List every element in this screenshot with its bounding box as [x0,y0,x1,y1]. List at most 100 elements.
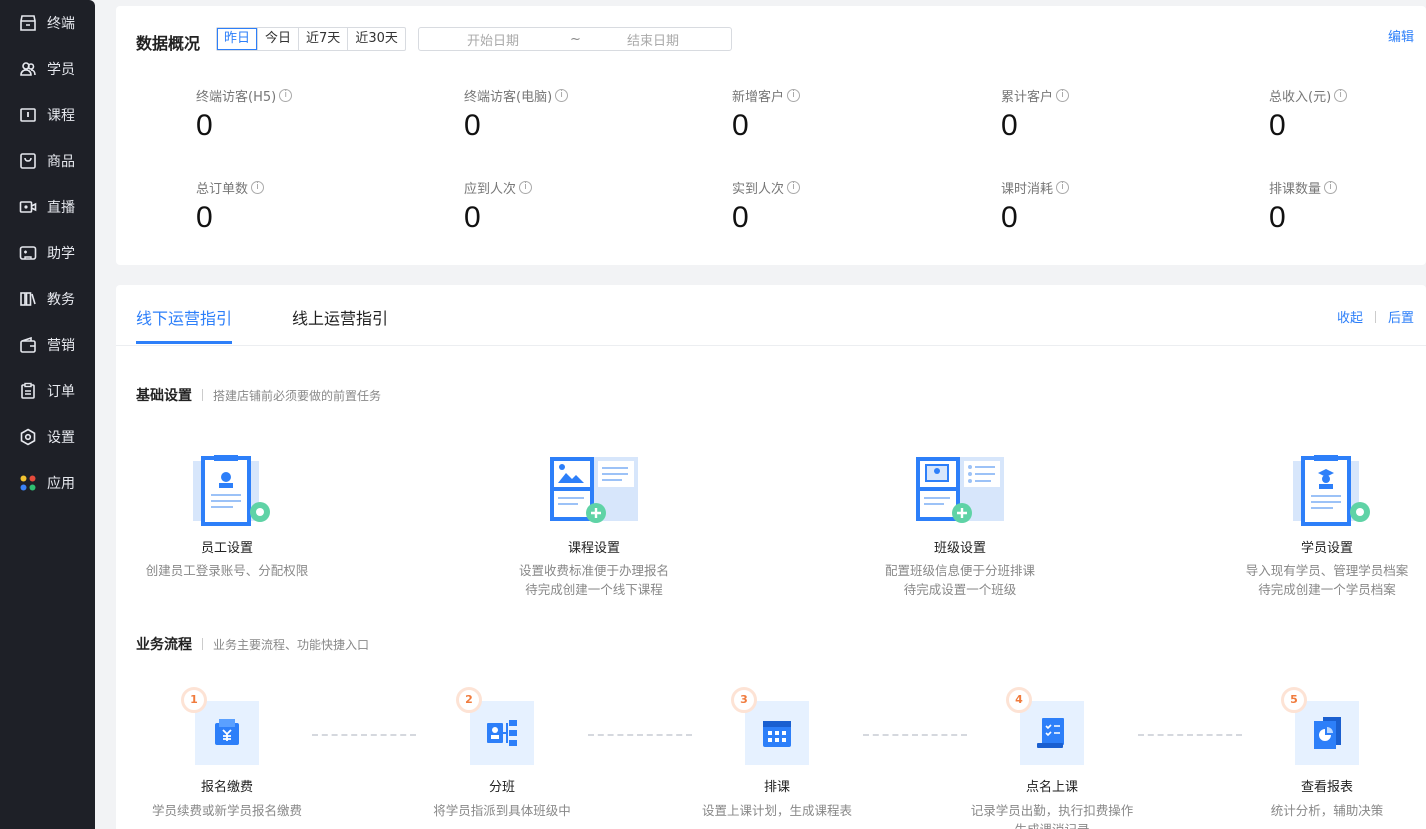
step-desc: 统计分析，辅助决策 [1270,803,1384,818]
sidebar-item-course[interactable]: 课程 [0,92,95,138]
stat-expected-attendance: 应到人次 i 0 [464,178,664,235]
stat-label: 实到人次 [732,182,785,197]
info-icon[interactable]: i [1056,181,1070,194]
course-setup-icon [546,455,642,527]
setup-desc: 导入现有学员、管理学员档案 [1245,563,1409,578]
class-settings-card[interactable]: 班级设置 配置班级信息便于分班排课 待完成设置一个班级 [840,455,1080,599]
flow-step-enroll[interactable]: 1 报名缴费 学员续费或新学员报名缴费 [117,687,337,820]
sidebar-item-label: 设置 [47,430,75,446]
stat-value: 0 [1001,109,1018,142]
collapse-link[interactable]: 收起 [1337,307,1363,326]
setup-name: 员工设置 [200,541,253,556]
stat-actual-attendance: 实到人次 i 0 [732,178,932,235]
info-icon[interactable]: i [251,181,265,194]
step-desc: 生成课消记录 [942,820,1162,829]
end-date-input[interactable]: 结束日期 [627,30,679,49]
sidebar-item-academic[interactable]: 教务 [0,276,95,322]
step-desc: 记录学员出勤，执行扣费操作 [970,803,1134,818]
section-subtitle: 搭建店铺前必须要做的前置任务 [213,388,382,403]
setup-name: 班级设置 [933,541,986,556]
payment-icon [215,719,239,745]
divider [116,345,1426,346]
divider [1374,310,1376,323]
step-icon-box: 1 [181,687,259,765]
step-number-badge: 1 [181,687,207,713]
move-later-link[interactable]: 后置 [1388,307,1414,326]
sidebar-item-terminal[interactable]: 终端 [0,0,95,46]
sidebar-item-study-aid[interactable]: 助学 [0,230,95,276]
setup-desc: 待完成创建一个线下课程 [525,582,663,597]
step-icon-box: 2 [456,687,534,765]
info-icon[interactable]: i [1056,89,1070,102]
step-desc: 设置上课计划，生成课程表 [701,803,852,818]
step-number-badge: 4 [1006,687,1032,713]
stat-label: 总收入(元) [1269,90,1332,105]
gamepad-icon [19,244,37,262]
stat-value: 0 [732,109,749,142]
stat-label: 排课数量 [1269,182,1322,197]
operations-guide-card: 线下运营指引 线上运营指引 收起 后置 基础设置 搭建店铺前必须要做的前置任务 [116,285,1426,829]
terminal-icon [19,14,37,32]
range-7-days[interactable]: 近7天 [299,28,349,50]
stat-total-revenue: 总收入(元) i 0 [1269,86,1419,143]
flow-step-schedule[interactable]: 3 排课 设置上课计划，生成课程表 [667,687,887,820]
guide-actions: 收起 后置 [1337,307,1414,326]
stat-scheduled-lessons: 排课数量 i 0 [1269,178,1419,235]
start-date-input[interactable]: 开始日期 [467,30,519,49]
sidebar-item-label: 终端 [47,16,75,32]
info-icon[interactable]: i [1334,89,1348,102]
sidebar-item-label: 学员 [47,62,75,78]
step-icon-box: 5 [1281,687,1359,765]
stat-lesson-consumption: 课时消耗 i 0 [1001,178,1201,235]
staff-profile-icon [179,455,275,527]
stat-total-orders: 总订单数 i 0 [196,178,396,235]
step-name: 查看报表 [1300,780,1353,795]
info-icon[interactable]: i [1324,181,1338,194]
info-icon[interactable]: i [555,89,569,102]
settings-icon [19,428,37,446]
report-icon [1314,717,1341,749]
sidebar-item-marketing[interactable]: 营销 [0,322,95,368]
sidebar-item-apps[interactable]: 应用 [0,460,95,506]
apps-icon [19,474,37,492]
flow-step-assign-class[interactable]: 2 分班 将学员指派到具体班级中 [392,687,612,820]
tab-offline-guide[interactable]: 线下运营指引 [136,305,232,329]
step-icon-box: 4 [1006,687,1084,765]
sidebar-item-live[interactable]: 直播 [0,184,95,230]
step-name: 排课 [763,780,790,795]
staff-settings-card[interactable]: 员工设置 创建员工登录账号、分配权限 [107,455,347,580]
info-icon[interactable]: i [519,181,533,194]
range-today[interactable]: 今日 [258,28,300,50]
overview-title: 数据概况 [136,34,201,53]
sidebar-item-orders[interactable]: 订单 [0,368,95,414]
setup-name: 课程设置 [567,541,620,556]
stat-label: 累计客户 [1001,90,1054,105]
info-icon[interactable]: i [787,89,801,102]
tab-online-guide[interactable]: 线上运营指引 [292,305,388,329]
date-range-picker[interactable]: 开始日期 ~ 结束日期 [418,27,732,51]
divider [202,638,203,650]
flow-step-reports[interactable]: 5 查看报表 统计分析，辅助决策 [1217,687,1426,820]
edit-link[interactable]: 编辑 [1388,26,1414,45]
sidebar-item-label: 订单 [47,384,75,400]
stat-value: 0 [196,201,213,234]
step-name: 分班 [488,780,515,795]
sidebar-item-label: 应用 [47,476,75,492]
range-yesterday[interactable]: 昨日 [217,28,259,50]
calendar-icon [763,721,791,747]
stat-label: 课时消耗 [1001,182,1054,197]
sidebar-item-students[interactable]: 学员 [0,46,95,92]
student-settings-card[interactable]: 学员设置 导入现有学员、管理学员档案 待完成创建一个学员档案 [1207,455,1426,599]
sidebar-item-settings[interactable]: 设置 [0,414,95,460]
stat-value: 0 [196,109,213,142]
range-30-days[interactable]: 近30天 [348,28,405,50]
divider [202,389,203,401]
sidebar-item-goods[interactable]: 商品 [0,138,95,184]
course-settings-card[interactable]: 课程设置 设置收费标准便于办理报名 待完成创建一个线下课程 [474,455,714,599]
sidebar: 终端 学员 课程 商品 直播 助学 教务 营销 订单 设置 应用 [0,0,95,829]
sidebar-item-label: 营销 [47,338,75,354]
setup-desc: 创建员工登录账号、分配权限 [145,563,309,578]
info-icon[interactable]: i [787,181,801,194]
info-icon[interactable]: i [279,89,293,102]
flow-step-roll-call[interactable]: 4 点名上课 记录学员出勤，执行扣费操作 生成课消记录 [942,687,1162,829]
